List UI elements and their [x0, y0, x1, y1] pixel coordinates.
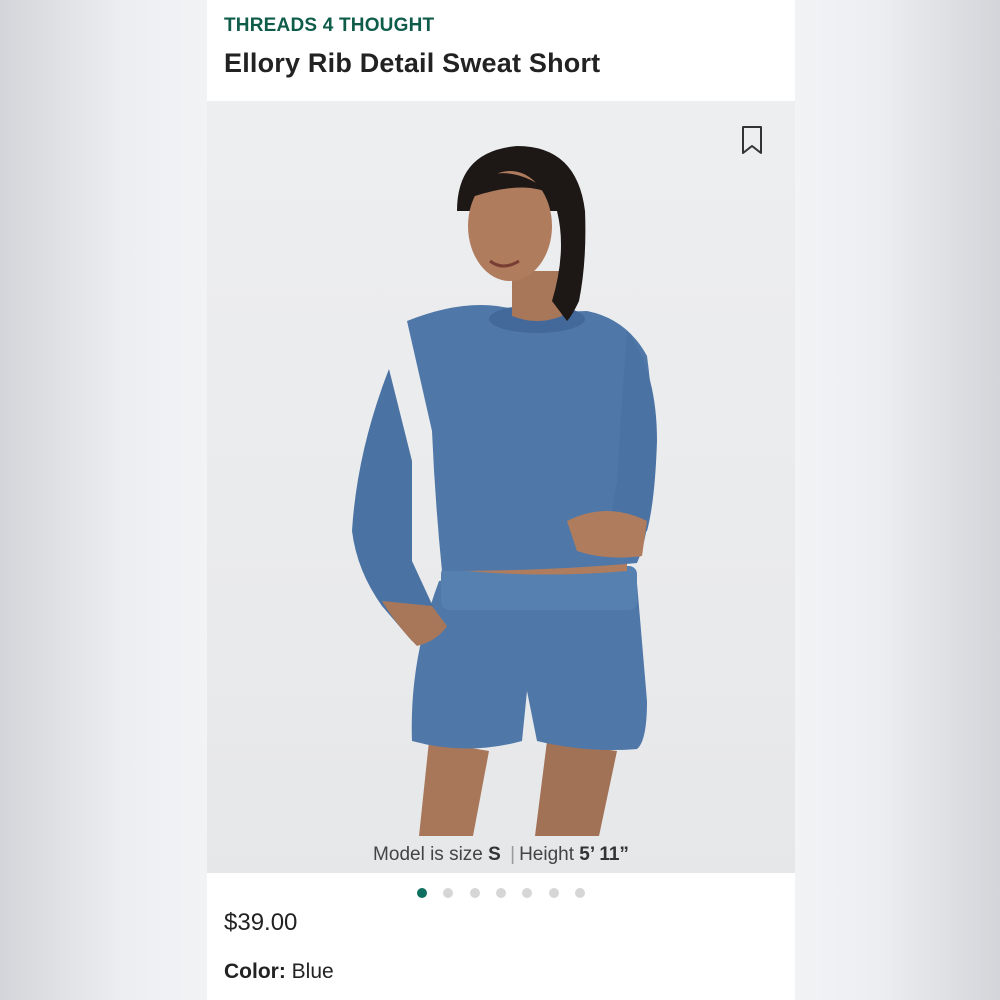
backdrop-right	[795, 0, 1000, 1000]
brand-link[interactable]: THREADS 4 THOUGHT	[224, 15, 434, 37]
bookmark-icon[interactable]	[740, 125, 764, 155]
carousel-dot[interactable]	[575, 887, 586, 898]
product-page: THREADS 4 THOUGHT Ellory Rib Detail Swea…	[207, 0, 795, 1000]
carousel-dot[interactable]	[548, 887, 559, 898]
product-title: Ellory Rib Detail Sweat Short	[224, 48, 601, 78]
carousel-indicators	[207, 884, 795, 898]
carousel-dot[interactable]	[469, 887, 480, 898]
carousel-dot[interactable]	[416, 887, 427, 898]
product-image-carousel[interactable]: Model is size S | Height 5’ 11”	[207, 101, 795, 873]
model-size-value: S	[488, 844, 501, 865]
backdrop-left	[0, 0, 207, 1000]
color-selection: Color: Blue	[224, 960, 334, 984]
model-height-label: Height	[519, 844, 574, 865]
color-value: Blue	[291, 960, 334, 983]
product-photo	[352, 146, 657, 836]
product-header: THREADS 4 THOUGHT Ellory Rib Detail Swea…	[207, 0, 795, 101]
carousel-dot[interactable]	[522, 887, 533, 898]
product-price: $39.00	[224, 909, 298, 936]
info-separator: |	[510, 844, 516, 865]
carousel-dot[interactable]	[443, 887, 454, 898]
color-label: Color:	[224, 960, 286, 983]
model-size-label: Model is size	[373, 844, 483, 865]
model-size-info: Model is size S | Height 5’ 11”	[207, 836, 795, 873]
model-height-value: 5’ 11”	[579, 844, 629, 865]
carousel-dot[interactable]	[496, 887, 506, 898]
